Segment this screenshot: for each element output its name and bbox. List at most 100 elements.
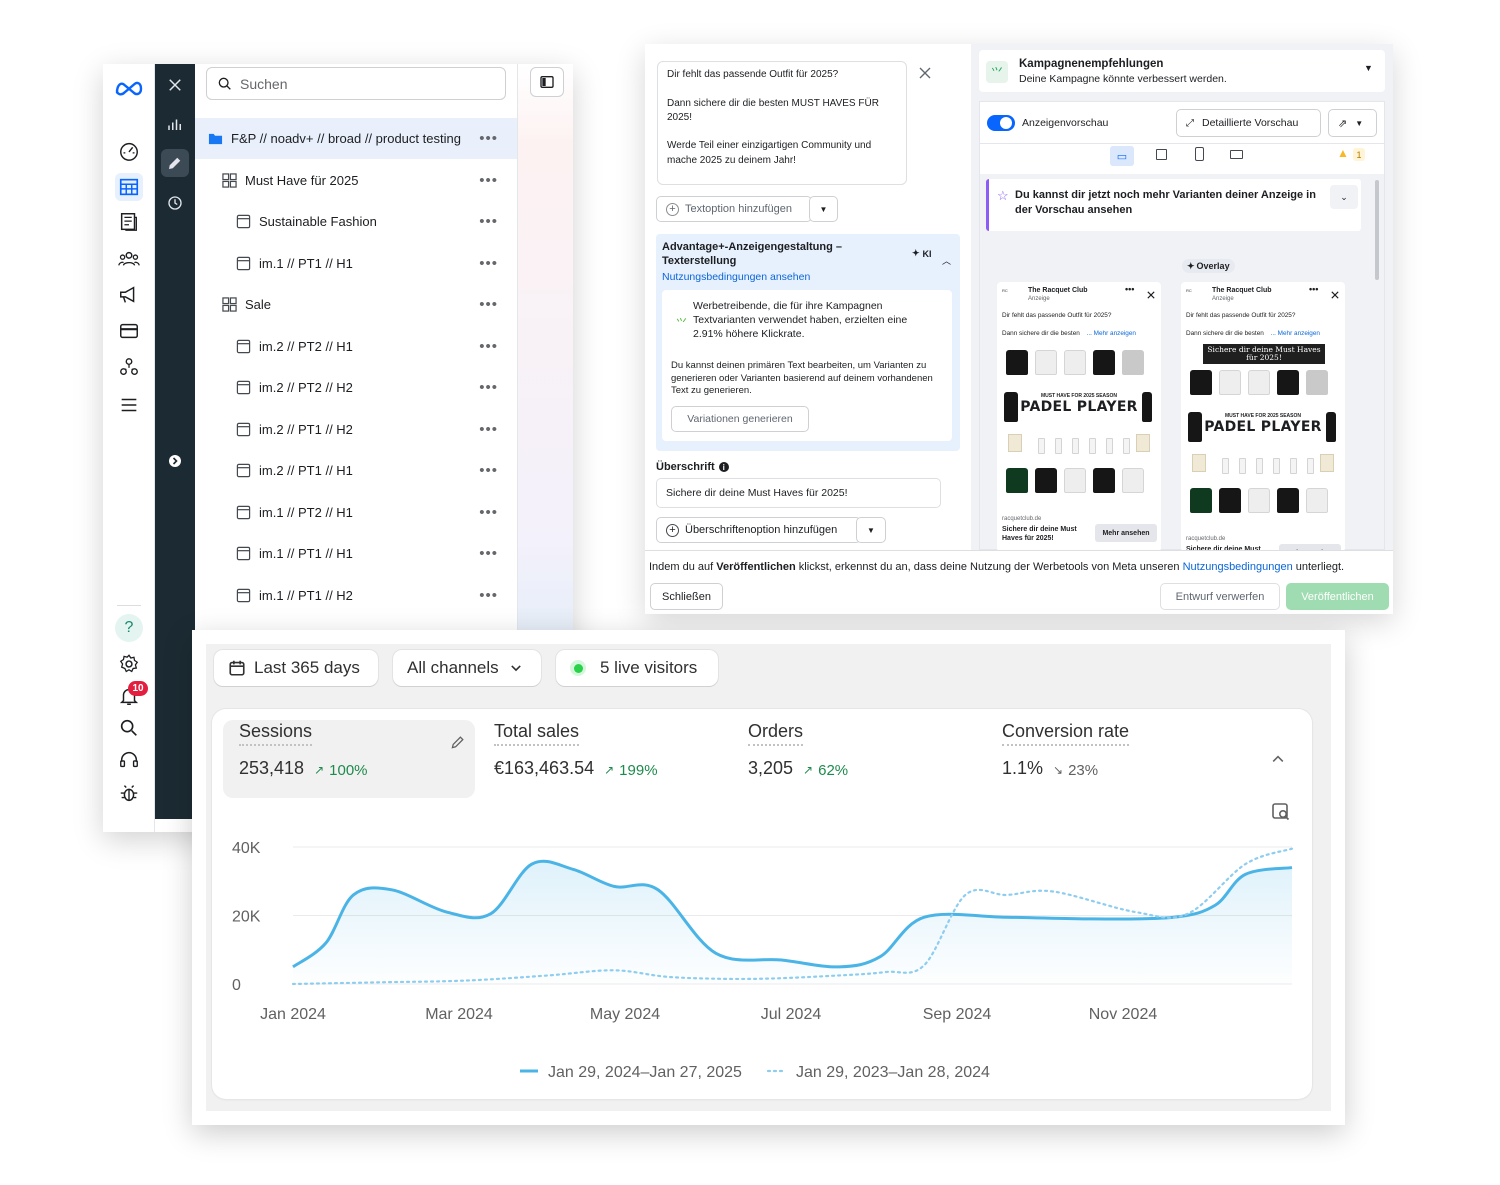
live-visitors-button[interactable]: 5 live visitors	[556, 650, 718, 686]
tree-row-ad[interactable]: im.1 // PT1 // H1 •••	[195, 533, 517, 574]
business-icon[interactable]	[115, 353, 143, 381]
campaign-recommendations[interactable]: ⺍ Kampagnenempfehlungen Deine Kampagne k…	[979, 50, 1385, 92]
terms-link[interactable]: Nutzungsbedingungen ansehen	[662, 271, 810, 283]
cta-button[interactable]: Mehr ansehen	[1095, 524, 1157, 542]
vertical-format-icon[interactable]	[1195, 147, 1204, 161]
help-icon[interactable]: ?	[115, 614, 143, 642]
chart-zoom-icon[interactable]	[1271, 802, 1291, 822]
more-options-icon[interactable]: •••	[479, 213, 498, 230]
search-placeholder: Suchen	[240, 75, 288, 92]
tree-row-campaign[interactable]: F&P // noadv+ // broad // product testin…	[195, 118, 517, 159]
ad-preview-card[interactable]: RC The Racquet Club Anzeige ••• Dir fehl…	[997, 282, 1161, 552]
chevron-up-icon[interactable]: ︿	[942, 254, 951, 267]
close-icon[interactable]	[1331, 286, 1339, 299]
landscape-format-icon[interactable]	[1230, 150, 1243, 159]
close-icon[interactable]	[1147, 286, 1155, 299]
more-options-icon[interactable]: •••	[479, 172, 498, 189]
metric-sessions[interactable]: Sessions 253,418 ↗ 100%	[239, 721, 368, 797]
more-options-icon[interactable]: •••	[479, 379, 498, 396]
notice-terms-link[interactable]: Nutzungsbedingungen	[1183, 561, 1293, 573]
chevron-down-icon[interactable]: ▼	[1364, 63, 1373, 73]
panel-toggle-button[interactable]	[530, 67, 564, 97]
pages-icon[interactable]	[115, 208, 143, 236]
megaphone-icon[interactable]	[115, 281, 143, 309]
edit-icon[interactable]	[450, 734, 466, 750]
editor-footer: Indem du auf Veröffentlichen klickst, er…	[645, 550, 1393, 614]
search-input[interactable]: Suchen	[206, 67, 506, 100]
expand-arrow-icon[interactable]	[161, 447, 189, 475]
tree-row-adset[interactable]: Must Have für 2025 •••	[195, 160, 517, 201]
tree-row-ad[interactable]: Sustainable Fashion •••	[195, 201, 517, 242]
tree-row-ad[interactable]: im.2 // PT2 // H1 •••	[195, 326, 517, 367]
more-options-icon[interactable]: •••	[479, 504, 498, 521]
tree-row-ad[interactable]: im.2 // PT1 // H2 •••	[195, 409, 517, 450]
generate-variations-button[interactable]: Variationen generieren	[671, 406, 809, 432]
metric-value: 3,205	[748, 758, 794, 778]
trend-icon: ⺍	[676, 318, 687, 330]
more-options-icon[interactable]: •••	[479, 338, 498, 355]
more-options-icon[interactable]: •••	[1309, 284, 1318, 294]
share-button[interactable]: ⇗ ▼	[1328, 109, 1377, 137]
detailed-preview-button[interactable]: ⤢ Detaillierte Vorschau	[1176, 109, 1321, 137]
history-icon[interactable]	[161, 189, 189, 217]
info-icon[interactable]: i	[718, 462, 729, 472]
add-text-option-dropdown[interactable]: ▼	[809, 196, 838, 222]
tree-row-ad[interactable]: im.1 // PT1 // H2 •••	[195, 575, 517, 616]
date-range-button[interactable]: Last 365 days	[214, 650, 378, 686]
metric-orders[interactable]: Orders 3,205 ↗ 62%	[748, 721, 848, 797]
table-icon[interactable]	[115, 173, 143, 201]
x-tick-label: Sep 2024	[923, 1006, 992, 1023]
billing-icon[interactable]	[115, 317, 143, 345]
ad-overlay-text: Sichere dir deine Must Haves für 2025!	[1203, 344, 1325, 364]
more-options-icon[interactable]: •••	[479, 545, 498, 562]
headline-field[interactable]: Sichere dir deine Must Haves für 2025!	[656, 478, 941, 508]
chevron-down-icon[interactable]: ⌄	[1330, 185, 1358, 209]
tree-row-adset[interactable]: Sale •••	[195, 284, 517, 325]
close-button[interactable]: Schließen	[650, 583, 723, 610]
tree-row-ad[interactable]: im.1 // PT2 // H1 •••	[195, 492, 517, 533]
close-icon[interactable]	[918, 66, 932, 80]
audience-icon[interactable]	[115, 245, 143, 273]
scrollbar[interactable]	[1375, 180, 1379, 280]
menu-icon[interactable]	[115, 391, 143, 419]
all-placements-icon[interactable]: ▭	[1110, 146, 1134, 166]
more-options-icon[interactable]: •••	[479, 587, 498, 604]
add-headline-option-button[interactable]: + Überschriftenoption hinzufügen	[656, 517, 861, 543]
warning-icon[interactable]: ▲	[1337, 146, 1349, 160]
add-text-option-button[interactable]: + Textoption hinzufügen	[656, 196, 812, 222]
preview-toggle[interactable]	[987, 115, 1015, 131]
more-options-icon[interactable]: •••	[479, 462, 498, 479]
bug-icon[interactable]	[115, 779, 143, 807]
dashboard-icon[interactable]	[115, 137, 143, 165]
ad-preview-card[interactable]: RC The Racquet Club Anzeige ••• Dir fehl…	[1181, 282, 1345, 552]
settings-icon[interactable]	[115, 650, 143, 678]
more-options-icon[interactable]: •••	[479, 130, 498, 147]
pencil-icon[interactable]	[161, 149, 189, 177]
chevron-up-icon[interactable]	[1270, 751, 1286, 767]
close-icon[interactable]	[161, 71, 189, 99]
overlay-chip[interactable]: ✦ Overlay	[1182, 259, 1235, 273]
ad-text-line-1: Dir fehlt das passende Outfit für 2025?	[1186, 312, 1296, 319]
primary-text-field[interactable]: Dir fehlt das passende Outfit für 2025? …	[657, 61, 907, 185]
metric-conversion-rate[interactable]: Conversion rate 1.1% ↘ 23%	[1002, 721, 1130, 797]
bar-chart-icon[interactable]	[161, 110, 189, 138]
metric-total-sales[interactable]: Total sales €163,463.54 ↗ 199%	[494, 721, 658, 797]
tree-row-ad[interactable]: im.2 // PT2 // H2 •••	[195, 367, 517, 408]
more-options-icon[interactable]: •••	[479, 255, 498, 272]
channels-dropdown[interactable]: All channels	[393, 650, 541, 686]
tree-row-label: im.2 // PT1 // H2	[259, 421, 353, 437]
publish-button[interactable]: Veröffentlichen	[1286, 583, 1389, 610]
more-options-icon[interactable]: •••	[479, 296, 498, 313]
tree-row-ad[interactable]: im.2 // PT1 // H1 •••	[195, 450, 517, 491]
tree-row-label: im.1 // PT2 // H1	[259, 504, 353, 520]
square-format-icon[interactable]	[1156, 149, 1167, 160]
headset-icon[interactable]	[115, 746, 143, 774]
add-headline-dropdown[interactable]: ▼	[856, 517, 886, 543]
search-icon[interactable]	[115, 714, 143, 742]
tree-row-ad[interactable]: im.1 // PT1 // H1 •••	[195, 243, 517, 284]
trend-up-icon: ↗	[803, 763, 814, 777]
more-options-icon[interactable]: •••	[1125, 284, 1134, 294]
more-options-icon[interactable]: •••	[479, 421, 498, 438]
discard-draft-button[interactable]: Entwurf verwerfen	[1160, 583, 1280, 610]
meta-logo-icon[interactable]	[113, 74, 145, 102]
